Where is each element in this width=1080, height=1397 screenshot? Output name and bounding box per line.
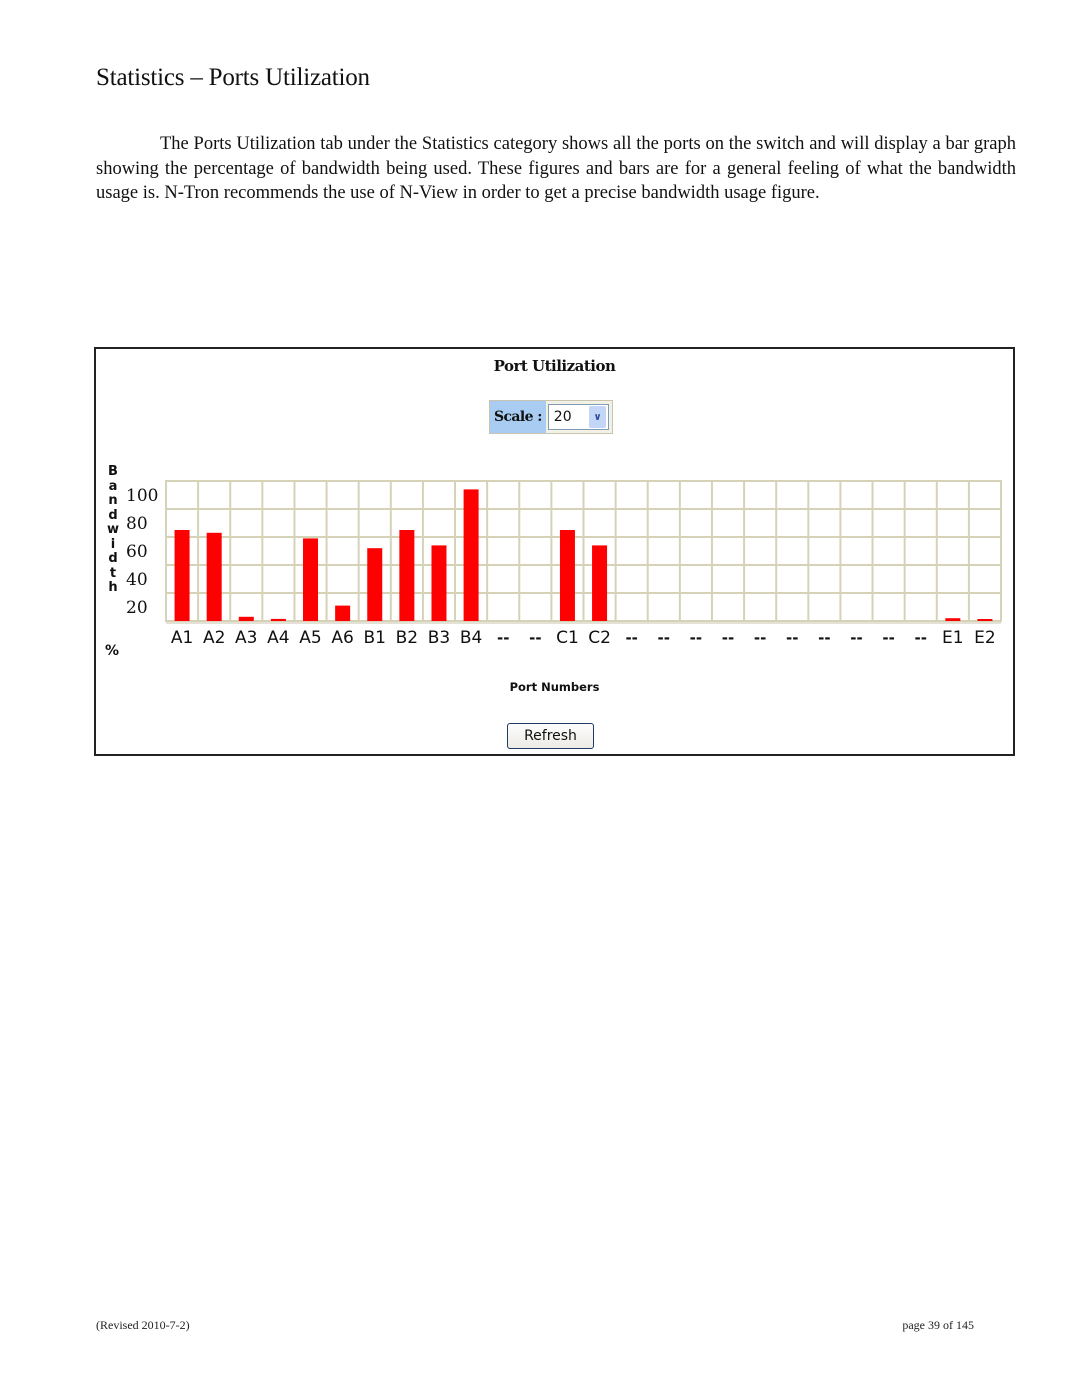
x-tick-label: B1 [364,628,386,648]
x-tick-label: -- [754,629,766,647]
x-tick-label: A6 [331,628,353,648]
y-tick-label: 80 [126,514,148,534]
y-tick-label: 60 [126,542,148,562]
bar-b3 [431,545,447,621]
refresh-button[interactable]: Refresh [507,723,594,749]
x-tick-label: -- [625,629,637,647]
page-number: page 39 of 145 [902,1318,974,1332]
x-tick-label: -- [497,629,509,647]
y-tick-label: 20 [126,598,148,618]
bar-c1 [559,530,575,621]
x-tick-label: A1 [171,628,193,648]
x-axis-label: Port Numbers [509,680,600,694]
x-tick-label: C1 [556,628,579,648]
x-tick-label: -- [882,629,894,647]
bar-a3 [238,616,254,621]
x-tick-label: -- [658,629,670,647]
x-tick-label: -- [850,629,862,647]
description-paragraph: The Ports Utilization tab under the Stat… [96,134,1016,203]
port-utilization-panel: Port Utilization Scale : 20 ∨ Bandwidth … [94,347,1015,756]
x-tick-label: A2 [203,628,225,648]
page-title: Statistics – Ports Utilization [96,64,370,91]
bar-c2 [592,545,608,621]
bar-e1 [945,618,961,621]
y-tick-label: 40 [126,570,148,590]
x-tick-label: A3 [235,628,257,648]
bar-a2 [206,532,222,621]
bar-a6 [335,605,351,621]
bar-b2 [399,530,415,621]
x-tick-label: A5 [299,628,321,648]
x-tick-label: -- [690,629,702,647]
x-tick-label: B4 [460,628,482,648]
x-tick-label: B3 [428,628,450,648]
bar-a4 [270,618,286,621]
x-tick-label: E1 [942,628,964,648]
y-tick-label: 100 [126,486,158,506]
bar-b1 [367,548,383,621]
revision-footer: (Revised 2010-7-2) [96,1318,190,1332]
x-tick-label: -- [914,629,926,647]
x-tick-label: -- [529,629,541,647]
bar-e2 [977,619,993,621]
x-tick-label: B2 [396,628,418,648]
bar-a1 [174,530,190,621]
x-tick-label: -- [818,629,830,647]
x-tick-label: -- [722,629,734,647]
x-tick-label: C2 [588,628,611,648]
bar-chart: 10080604020A1 A2 A3 A4 A5 A6 B1 B2 B3 B4 -- -- C1 C2-… [126,480,1002,648]
x-tick-label: A4 [267,628,289,648]
x-tick-label: E2 [974,628,996,648]
x-tick-label: -- [786,629,798,647]
bar-b4 [463,489,479,621]
bar-a5 [303,538,319,621]
